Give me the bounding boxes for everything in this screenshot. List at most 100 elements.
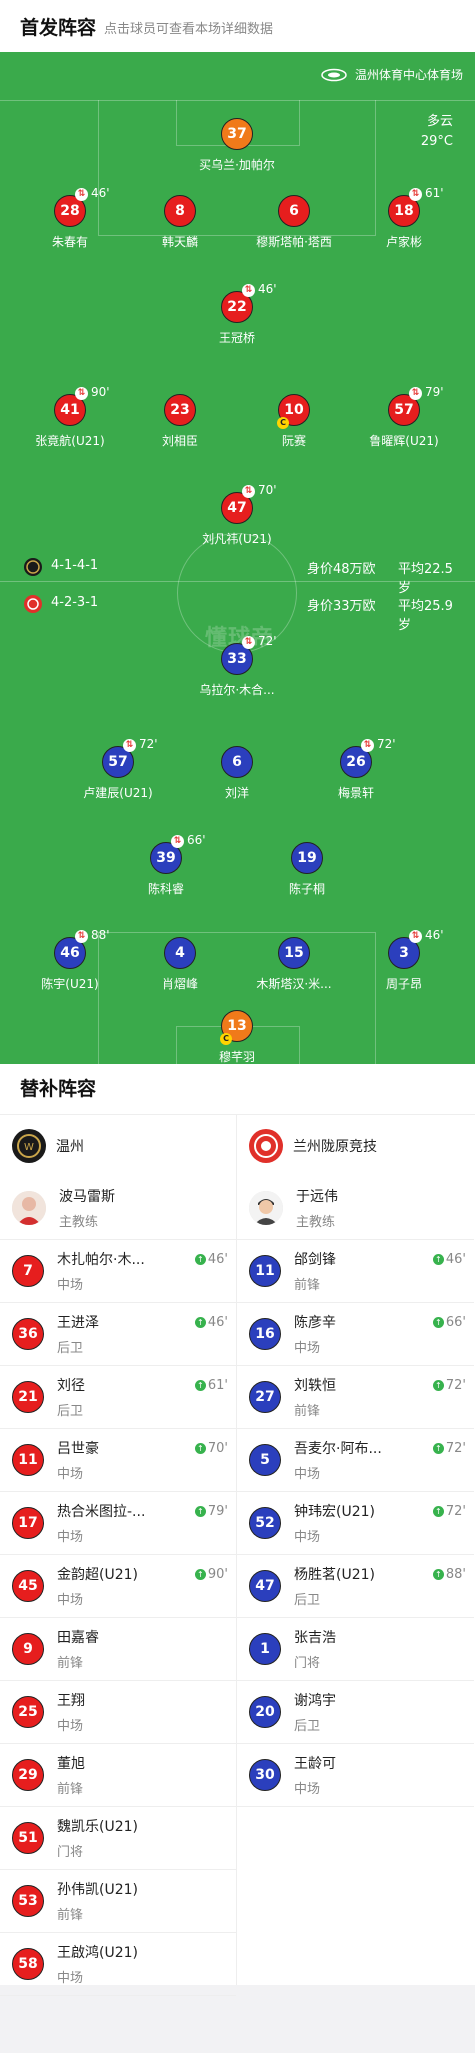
player-name: 肖熠峰	[161, 977, 198, 991]
home-bench-player-53[interactable]: 53 孙伟凯(U21) 前锋	[0, 1870, 236, 1933]
away-player-19[interactable]: 19 陈子桐	[247, 842, 367, 897]
player-position: 前锋	[57, 1656, 84, 1671]
jersey-number: 9	[12, 1633, 44, 1665]
sub-minute-text: 46'	[445, 1252, 466, 1267]
sub-out-icon: ⇅	[123, 739, 136, 752]
captain-badge-icon: C	[220, 1033, 232, 1045]
player-name: 穆斯塔帕·塔西	[256, 235, 332, 249]
player-name: 邰剑锋	[294, 1252, 336, 1268]
player-position: 后卫	[294, 1719, 321, 1734]
home-bench-player-11[interactable]: 11 吕世豪 中场 ↑ 70'	[0, 1429, 236, 1492]
away-average-age: 平均25.9岁	[398, 599, 453, 633]
home-player-8[interactable]: 8 韩天麟	[120, 195, 240, 250]
avatar	[249, 1191, 283, 1225]
player-name: 杨胜茗(U21)	[294, 1567, 375, 1583]
player-position: 后卫	[57, 1404, 84, 1419]
svg-text:W: W	[24, 1142, 34, 1153]
away-bench-player-5[interactable]: 5 吾麦尔·阿布... 中场 ↑ 72'	[237, 1429, 474, 1492]
jersey-number: 19	[291, 842, 323, 874]
home-bench-player-17[interactable]: 17 热合米图拉-... 中场 ↑ 79'	[0, 1492, 236, 1555]
sub-minute-text: 88'	[445, 1567, 466, 1582]
away-bench-player-16[interactable]: 16 陈彦辛 中场 ↑ 66'	[237, 1303, 474, 1366]
sub-minute: 72'	[377, 737, 396, 751]
away-player-3[interactable]: 3 ⇅ 46' 周子昂	[344, 928, 464, 992]
away-bench-player-27[interactable]: 27 刘轶恒 前锋 ↑ 72'	[237, 1366, 474, 1429]
home-player-10[interactable]: 10 C 阮赛	[234, 394, 354, 449]
away-player-26[interactable]: 26 ⇅ 72' 梅景轩	[296, 737, 416, 801]
venue-name: 温州体育中心体育场	[354, 68, 463, 82]
home-player-23[interactable]: 23 刘相臣	[120, 394, 240, 449]
player-name: 田嘉睿	[57, 1630, 99, 1646]
sub-out-icon: ⇅	[409, 188, 422, 201]
away-bench-player-20[interactable]: 20 谢鸿宇 后卫	[237, 1681, 474, 1744]
player-name: 陈彦辛	[294, 1315, 336, 1331]
home-player-22[interactable]: 22 ⇅ 46' 王冠桥	[177, 282, 297, 346]
away-player-6[interactable]: 6 刘洋	[177, 746, 297, 801]
away-player-13[interactable]: 13 C 穆芊羽	[177, 1010, 297, 1064]
player-position: 门将	[57, 1845, 84, 1860]
home-bench-player-51[interactable]: 51 魏凯乐(U21) 门将	[0, 1807, 236, 1870]
home-player-6[interactable]: 6 穆斯塔帕·塔西	[234, 195, 354, 250]
away-bench-player-52[interactable]: 52 钟玮宏(U21) 中场 ↑ 72'	[237, 1492, 474, 1555]
away-player-57[interactable]: 57 ⇅ 72' 卢建辰(U21)	[58, 737, 178, 801]
sub-in-minute: ↑ 66'	[432, 1315, 466, 1330]
away-player-4[interactable]: 4 肖熠峰	[120, 937, 240, 992]
coach-role: 主教练	[59, 1215, 99, 1230]
jersey-number: 3 ⇅ 46'	[388, 928, 444, 969]
home-player-37[interactable]: 37 买乌兰·加帕尔	[177, 118, 297, 173]
home-player-57[interactable]: 57 ⇅ 79' 鲁曜辉(U21)	[344, 385, 464, 449]
home-player-47[interactable]: 47 ⇅ 70' 刘凡祎(U21)	[177, 483, 297, 547]
home-bench-player-7[interactable]: 7 木扎帕尔·木... 中场 ↑ 46'	[0, 1240, 236, 1303]
away-player-46[interactable]: 46 ⇅ 88' 陈宇(U21)	[10, 928, 130, 992]
home-bench-player-58[interactable]: 58 王啟鸿(U21) 中场	[0, 1933, 236, 1996]
jersey-number: 57 ⇅ 72'	[102, 737, 158, 778]
home-player-41[interactable]: 41 ⇅ 90' 张竟航(U21)	[10, 385, 130, 449]
home-bench-player-36[interactable]: 36 王进泽 后卫 ↑ 46'	[0, 1303, 236, 1366]
jersey-number: 51	[12, 1822, 44, 1854]
sub-minute: 46'	[258, 282, 277, 296]
away-bench-player-47[interactable]: 47 杨胜茗(U21) 后卫 ↑ 88'	[237, 1555, 474, 1618]
sub-minute-text: 61'	[207, 1378, 228, 1393]
player-name: 谢鸿宇	[294, 1693, 336, 1709]
home-bench-player-21[interactable]: 21 刘径 后卫 ↑ 61'	[0, 1366, 236, 1429]
away-bench-player-1[interactable]: 1 张吉浩 门将	[237, 1618, 474, 1681]
home-player-18[interactable]: 18 ⇅ 61' 卢家彬	[344, 186, 464, 250]
jersey-number: 7	[12, 1255, 44, 1287]
away-player-33[interactable]: 33 ⇅ 72' 乌拉尔·木合...	[177, 634, 297, 698]
bench-title: 替补阵容	[0, 1064, 475, 1115]
home-player-28[interactable]: 28 ⇅ 46' 朱春有	[10, 186, 130, 250]
home-bench-player-29[interactable]: 29 董旭 前锋	[0, 1744, 236, 1807]
away-bench-player-30[interactable]: 30 王龄可 中场	[237, 1744, 474, 1807]
jersey-number: 22 ⇅ 46'	[221, 282, 277, 323]
player-position: 中场	[57, 1719, 84, 1734]
sub-out-icon: ⇅	[75, 930, 88, 943]
jersey-number: 52	[249, 1507, 281, 1539]
away-player-39[interactable]: 39 ⇅ 66' 陈科睿	[106, 833, 226, 897]
player-name: 陈宇(U21)	[41, 977, 99, 991]
jersey-number: 26 ⇅ 72'	[340, 737, 396, 778]
player-name: 热合米图拉-...	[57, 1504, 146, 1520]
player-name: 王进泽	[57, 1315, 99, 1331]
jersey-number: 58	[12, 1948, 44, 1980]
player-name: 陈子桐	[288, 882, 325, 896]
player-name: 王翔	[57, 1693, 85, 1709]
jersey-number: 39 ⇅ 66'	[150, 833, 206, 874]
bench-lists: W 温州 波马雷斯 主教练 7 木扎帕尔·木... 中场 ↑ 46' 36 王进泽 后卫 ↑ 46…	[0, 1115, 475, 1996]
sub-minute: 79'	[425, 385, 444, 399]
sub-out-icon: ⇅	[242, 636, 255, 649]
player-name: 卢建辰(U21)	[83, 786, 153, 800]
sub-minute-text: 46'	[207, 1315, 228, 1330]
home-bench-player-9[interactable]: 9 田嘉睿前锋	[0, 1618, 236, 1681]
home-bench-player-45[interactable]: 45 金韵超(U21) 中场 ↑ 90'	[0, 1555, 236, 1618]
player-name: 木扎帕尔·木...	[57, 1252, 145, 1268]
away-player-15[interactable]: 15 木斯塔汉·米...	[234, 937, 354, 992]
home-bench-list: 7 木扎帕尔·木... 中场 ↑ 46' 36 王进泽 后卫 ↑ 46' 21 刘径 后卫 ↑ 61' 11 吕…	[0, 1240, 236, 1996]
player-name: 金韵超(U21)	[57, 1567, 138, 1583]
sub-in-arrow-icon: ↑	[432, 1443, 444, 1454]
player-name: 魏凯乐(U21)	[57, 1819, 138, 1835]
home-bench-player-25[interactable]: 25 王翔 中场	[0, 1681, 236, 1744]
jersey-number: 47 ⇅ 70'	[221, 483, 277, 524]
sub-minute: 46'	[91, 186, 110, 200]
away-bench-player-11[interactable]: 11 邰剑锋 前锋 ↑ 46'	[237, 1240, 474, 1303]
jersey-number: 36	[12, 1318, 44, 1350]
